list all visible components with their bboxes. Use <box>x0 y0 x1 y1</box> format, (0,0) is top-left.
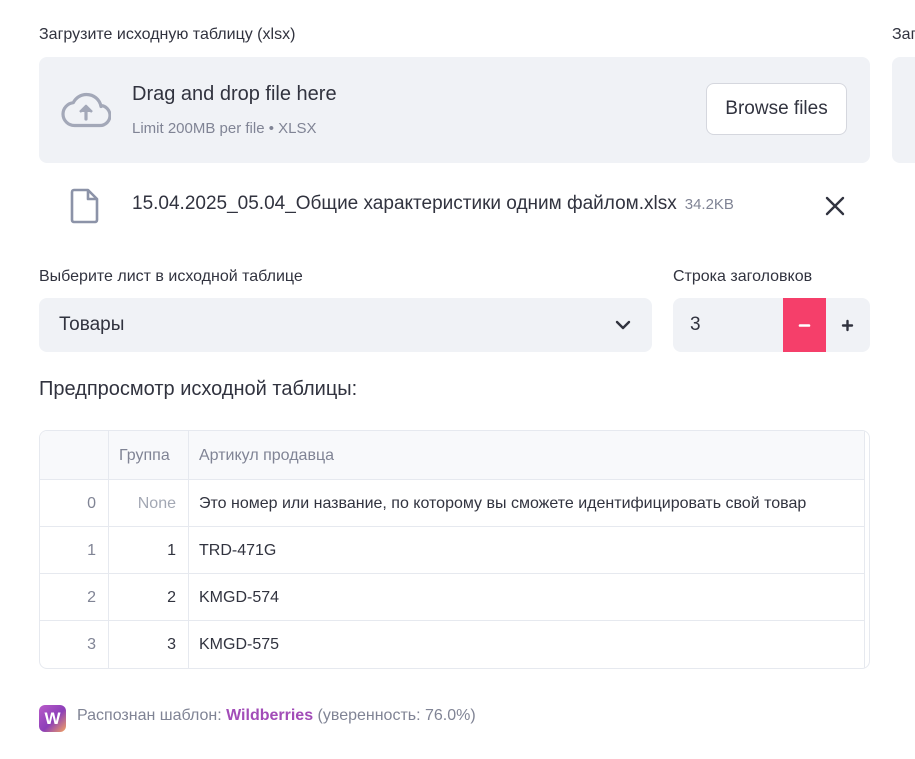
close-icon[interactable] <box>822 193 848 219</box>
sheet-select-value: Товары <box>59 314 125 335</box>
preview-title: Предпросмотр исходной таблицы: <box>39 378 358 400</box>
header-row-value[interactable]: 3 <box>690 314 701 336</box>
header-row-label: Строка заголовков <box>673 268 813 285</box>
header-row-stepper[interactable]: 3 <box>673 298 870 352</box>
detection-confidence: (уверенность: 76.0%) <box>313 707 476 724</box>
wildberries-logo: W <box>39 705 66 732</box>
row-index: 3 <box>40 621 109 668</box>
right-uploader-label: Заг <box>892 26 915 43</box>
file-icon <box>70 188 99 224</box>
dropzone-subtitle: Limit 200MB per file • XLSX <box>132 120 317 137</box>
increment-button[interactable] <box>826 298 870 352</box>
template-detection-text: Распознан шаблон: Wildberries (увереннос… <box>77 707 476 725</box>
row-index: 0 <box>40 480 109 527</box>
table-cell-article[interactable]: KMGD-574 <box>189 574 865 621</box>
table-cell-article[interactable]: Это номер или название, по которому вы с… <box>189 480 865 527</box>
row-index: 2 <box>40 574 109 621</box>
header-cell-group[interactable]: Группа <box>109 431 189 480</box>
cloud-upload-icon <box>61 92 111 128</box>
file-size: 34.2KB <box>684 196 734 213</box>
right-file-dropzone[interactable] <box>892 57 915 163</box>
table-cell-group[interactable]: 1 <box>109 527 189 574</box>
uploader-label: Загрузите исходную таблицу (xlsx) <box>39 26 296 43</box>
dropzone-title: Drag and drop file here <box>132 83 337 105</box>
plus-icon <box>841 319 854 332</box>
file-name-text: 15.04.2025_05.04_Общие характеристики од… <box>132 193 677 214</box>
chevron-down-icon <box>615 320 631 330</box>
table-cell-group[interactable]: 3 <box>109 621 189 668</box>
file-dropzone[interactable]: Drag and drop file here Limit 200MB per … <box>39 57 870 163</box>
decrement-button[interactable] <box>783 298 826 352</box>
table-cell-article[interactable]: KMGD-575 <box>189 621 865 668</box>
header-cell-article[interactable]: Артикул продавца <box>189 431 865 480</box>
detected-template-name: Wildberries <box>226 707 314 724</box>
header-cell-index[interactable] <box>40 431 109 480</box>
minus-icon <box>798 324 811 327</box>
table-cell-group[interactable]: None <box>109 480 189 527</box>
preview-table[interactable]: Группа Артикул продавца 0 None Это номер… <box>39 430 870 669</box>
detection-prefix: Распознан шаблон: <box>77 707 227 724</box>
table-cell-article[interactable]: TRD-471G <box>189 527 865 574</box>
sheet-select[interactable]: Товары <box>39 298 652 352</box>
table-cell-group[interactable]: 2 <box>109 574 189 621</box>
browse-files-button[interactable]: Browse files <box>706 83 847 135</box>
uploaded-file-name: 15.04.2025_05.04_Общие характеристики од… <box>132 193 734 215</box>
row-index: 1 <box>40 527 109 574</box>
sheet-select-label: Выберите лист в исходной таблице <box>39 268 303 285</box>
